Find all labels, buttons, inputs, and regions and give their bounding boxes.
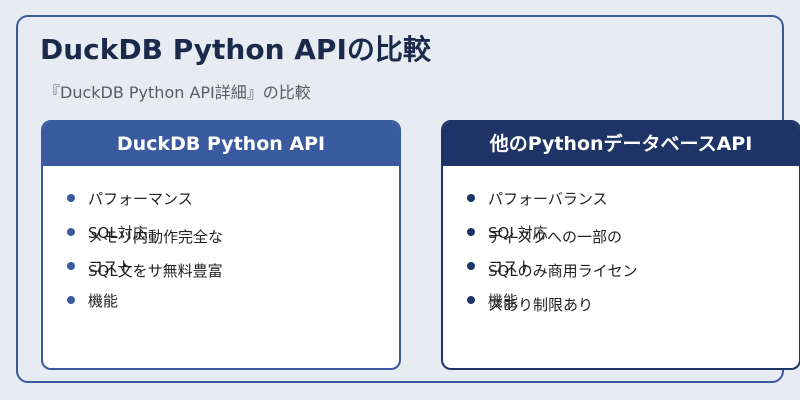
duckdb-item-details: メモリ内動作完全なSQL文をサ無料豊富 xyxy=(88,228,224,280)
duckdb-item-performance: パフォーマンス xyxy=(88,190,193,208)
other-db-api-card-header: 他のPythonデータベースAPI xyxy=(443,122,799,166)
duckdb-api-card: DuckDB Python API パフォーマンス SQL対応 コスト 機能 メ… xyxy=(41,120,401,370)
bullet-icon xyxy=(467,296,475,304)
bullet-icon xyxy=(467,262,475,270)
page-subtitle: 『DuckDB Python API詳細』の比較 xyxy=(44,83,311,102)
duckdb-item-features: 機能 xyxy=(88,292,119,310)
other-item-performance: パフォーバランス xyxy=(488,190,608,208)
bullet-icon xyxy=(467,228,475,236)
bullet-icon xyxy=(67,228,75,236)
duckdb-api-card-header: DuckDB Python API xyxy=(43,122,399,166)
other-item-details: ディスクへの一部のSQLのみ商用ライセンスあり制限あり xyxy=(488,228,638,314)
bullet-icon xyxy=(467,194,475,202)
bullet-icon xyxy=(67,296,75,304)
bullet-icon xyxy=(67,194,75,202)
duckdb-api-card-body: パフォーマンス SQL対応 コスト 機能 メモリ内動作完全なSQL文をサ無料豊富 xyxy=(43,166,399,368)
bullet-icon xyxy=(67,262,75,270)
other-db-api-card: 他のPythonデータベースAPI パフォーバランス SQL対応 コスト 機能 … xyxy=(441,120,800,370)
other-db-api-card-body: パフォーバランス SQL対応 コスト 機能 ディスクへの一部のSQLのみ商用ライ… xyxy=(443,166,799,368)
page-title: DuckDB Python APIの比較 xyxy=(40,33,431,66)
